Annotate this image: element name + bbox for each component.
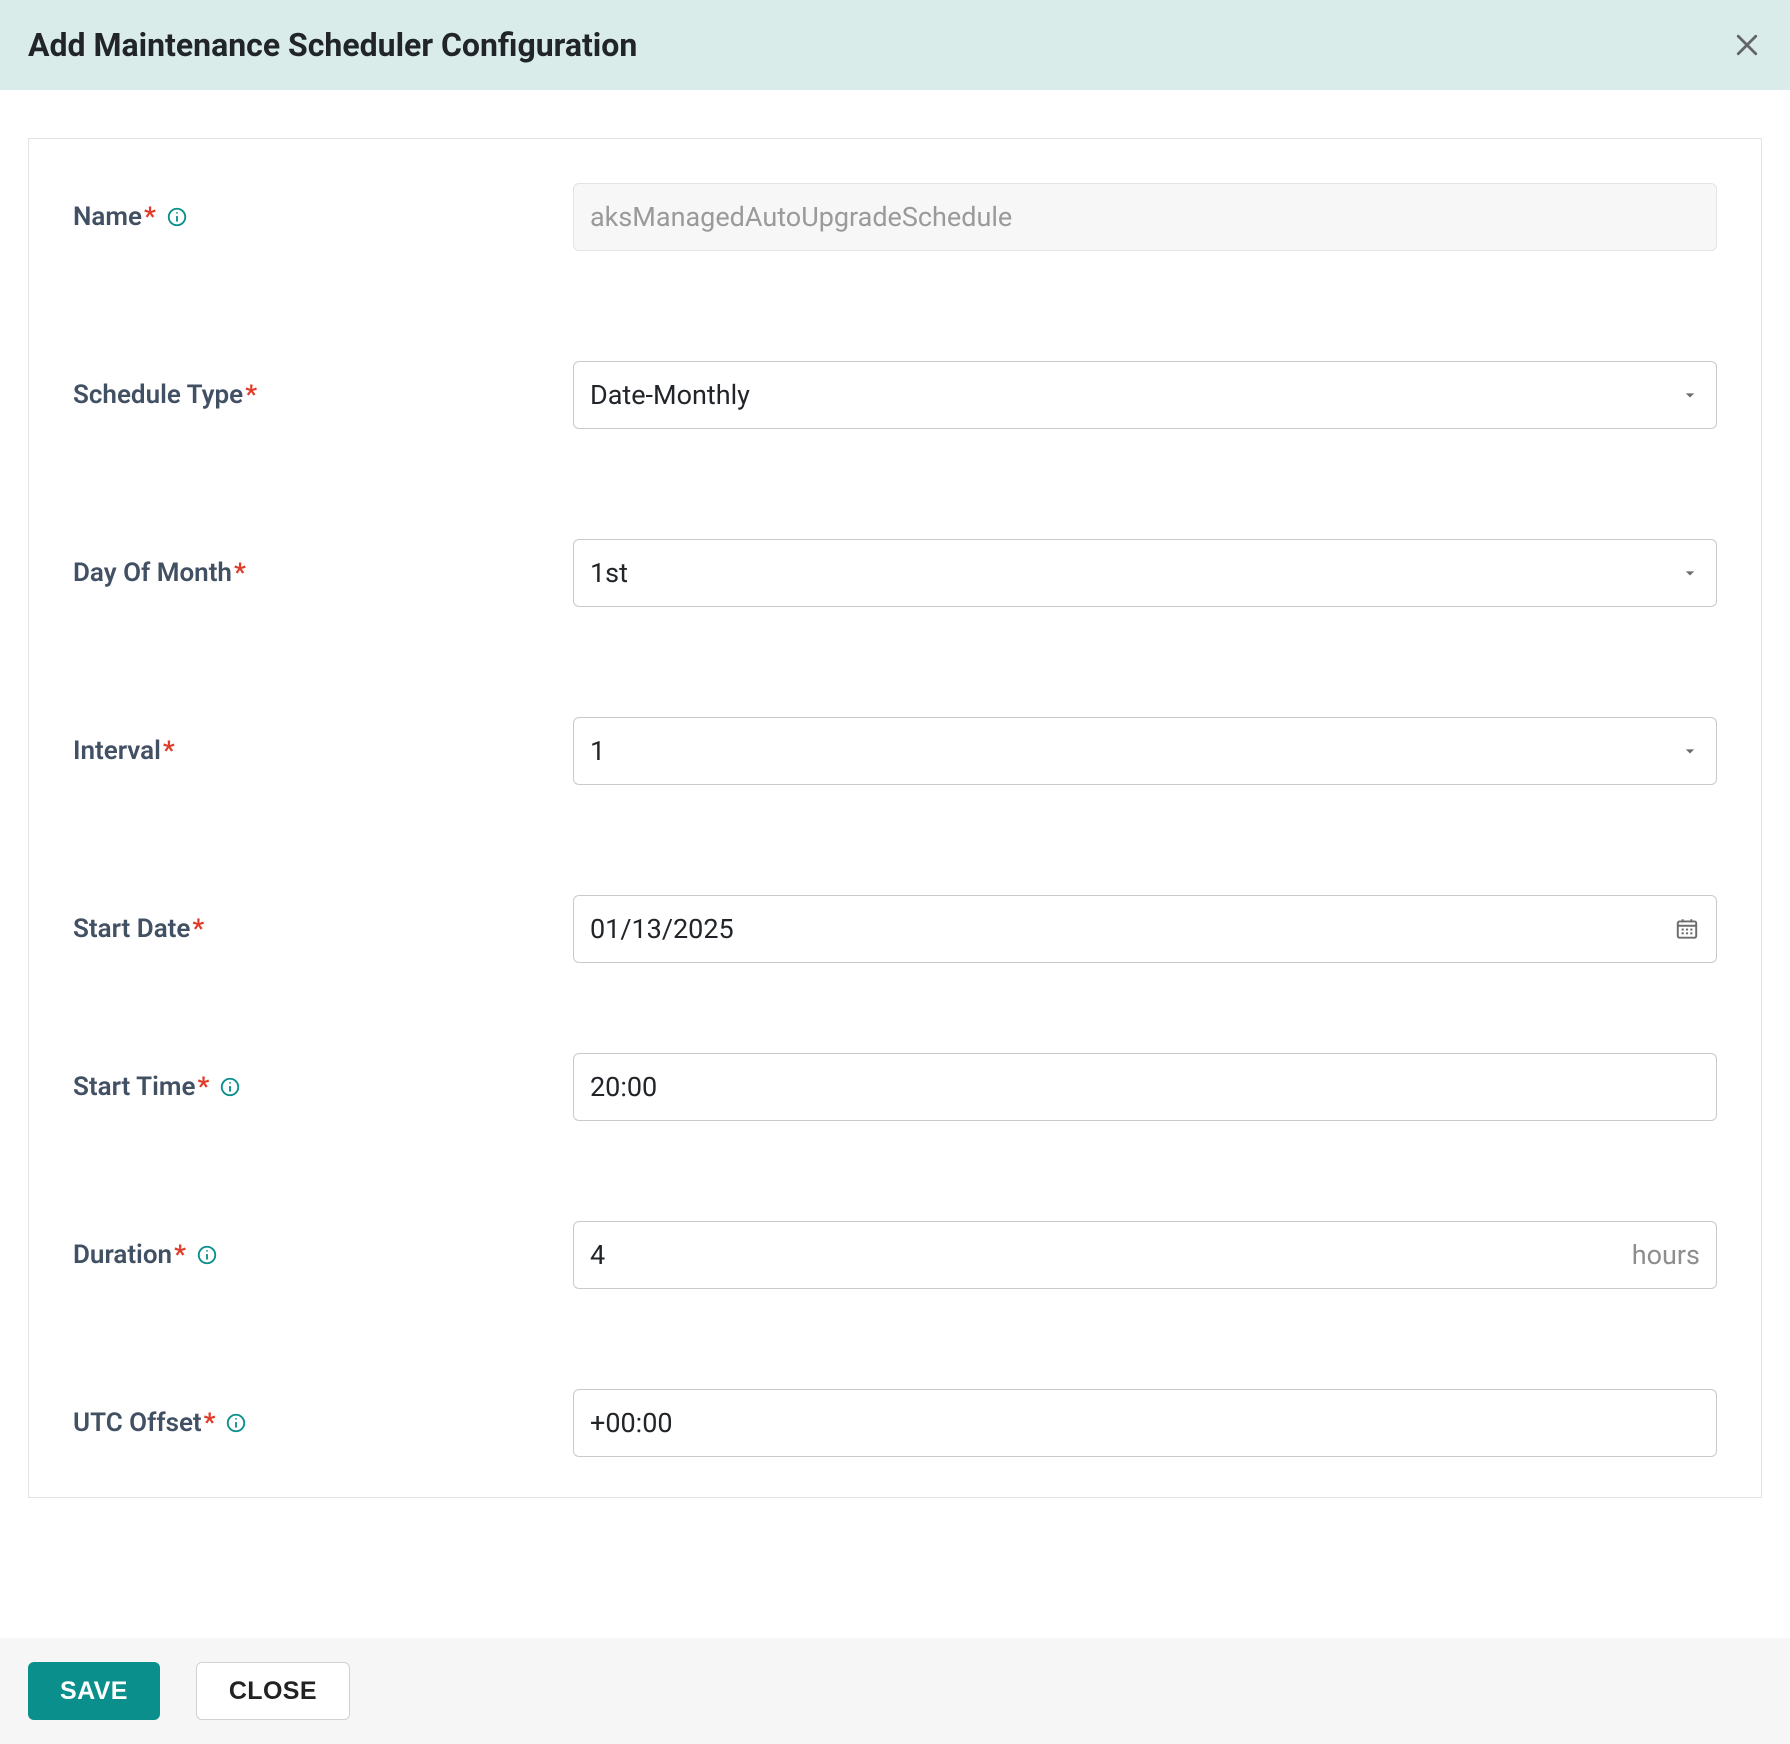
label-col: Start Date* [73, 914, 573, 944]
label-col: Name* [73, 202, 573, 232]
row-utc-offset: UTC Offset* +00:00 [73, 1389, 1717, 1457]
schedule-type-value: Date-Monthly [590, 379, 1680, 411]
name-value: aksManagedAutoUpgradeSchedule [590, 201, 1700, 233]
duration-value: 4 [590, 1239, 1620, 1271]
start-date-value: 01/13/2025 [590, 913, 1674, 945]
chevron-down-icon [1680, 563, 1700, 583]
interval-value: 1 [590, 735, 1680, 767]
info-icon[interactable] [219, 1076, 241, 1098]
dialog-title: Add Maintenance Scheduler Configuration [28, 26, 637, 64]
interval-select[interactable]: 1 [573, 717, 1717, 785]
required-marker: * [245, 380, 257, 410]
start-time-value: 20:00 [590, 1071, 1700, 1103]
chevron-down-icon [1680, 741, 1700, 761]
row-duration: Duration* 4 hours [73, 1221, 1717, 1289]
start-date-input[interactable]: 01/13/2025 [573, 895, 1717, 963]
day-of-month-label: Day Of Month [73, 558, 232, 588]
duration-label: Duration [73, 1240, 172, 1270]
row-schedule-type: Schedule Type* Date-Monthly [73, 361, 1717, 429]
required-marker: * [197, 1072, 209, 1102]
interval-label: Interval [73, 736, 161, 766]
utc-offset-input[interactable]: +00:00 [573, 1389, 1717, 1457]
chevron-down-icon [1680, 385, 1700, 405]
row-day-of-month: Day Of Month* 1st [73, 539, 1717, 607]
label-col: UTC Offset* [73, 1408, 573, 1438]
start-time-input[interactable]: 20:00 [573, 1053, 1717, 1121]
info-icon[interactable] [196, 1244, 218, 1266]
row-interval: Interval* 1 [73, 717, 1717, 785]
utc-offset-value: +00:00 [590, 1407, 1700, 1439]
required-marker: * [234, 558, 246, 588]
label-col: Schedule Type* [73, 380, 573, 410]
day-of-month-value: 1st [590, 557, 1680, 589]
day-of-month-select[interactable]: 1st [573, 539, 1717, 607]
utc-offset-label: UTC Offset [73, 1408, 202, 1438]
schedule-type-select[interactable]: Date-Monthly [573, 361, 1717, 429]
name-label: Name [73, 202, 142, 232]
schedule-type-label: Schedule Type [73, 380, 243, 410]
required-marker: * [144, 202, 156, 232]
form-panel: Name* aksManagedAutoUpgradeSchedule [28, 138, 1762, 1498]
row-start-date: Start Date* 01/13/2025 [73, 895, 1717, 963]
dialog-header: Add Maintenance Scheduler Configuration [0, 0, 1790, 90]
save-button[interactable]: SAVE [28, 1662, 160, 1720]
required-marker: * [204, 1408, 216, 1438]
row-start-time: Start Time* 20:00 [73, 1053, 1717, 1121]
start-date-label: Start Date [73, 914, 190, 944]
close-icon[interactable] [1732, 30, 1762, 60]
label-col: Start Time* [73, 1072, 573, 1102]
close-button[interactable]: CLOSE [196, 1662, 350, 1720]
label-col: Day Of Month* [73, 558, 573, 588]
label-col: Interval* [73, 736, 573, 766]
label-col: Duration* [73, 1240, 573, 1270]
name-input: aksManagedAutoUpgradeSchedule [573, 183, 1717, 251]
dialog-footer: SAVE CLOSE [0, 1638, 1790, 1744]
dialog-body: Name* aksManagedAutoUpgradeSchedule [0, 90, 1790, 1538]
add-maintenance-scheduler-dialog: Add Maintenance Scheduler Configuration … [0, 0, 1790, 1744]
calendar-icon[interactable] [1674, 916, 1700, 942]
info-icon[interactable] [166, 206, 188, 228]
duration-suffix: hours [1632, 1239, 1700, 1271]
required-marker: * [163, 736, 175, 766]
info-icon[interactable] [225, 1412, 247, 1434]
required-marker: * [174, 1240, 186, 1270]
row-name: Name* aksManagedAutoUpgradeSchedule [73, 183, 1717, 251]
duration-input[interactable]: 4 hours [573, 1221, 1717, 1289]
required-marker: * [192, 914, 204, 944]
start-time-label: Start Time [73, 1072, 195, 1102]
